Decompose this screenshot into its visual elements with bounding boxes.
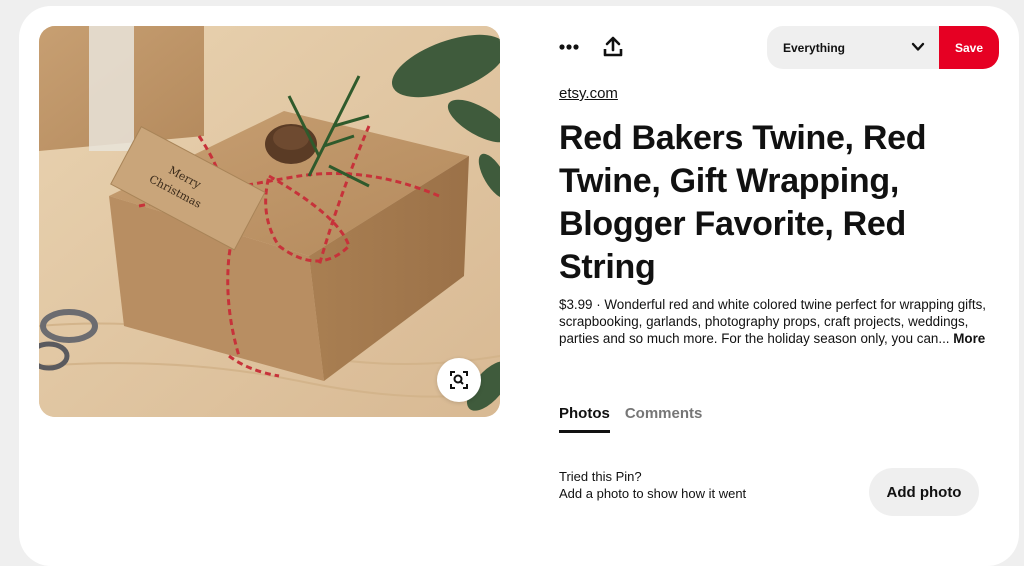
chevron-down-icon	[911, 42, 925, 51]
visual-search-button[interactable]	[437, 358, 481, 402]
pin-image[interactable]: Merry Christmas	[39, 26, 500, 417]
ellipsis-icon	[559, 44, 579, 50]
pin-title: Red Bakers Twine, Red Twine, Gift Wrappi…	[559, 119, 927, 286]
board-select-dropdown[interactable]: Everything	[767, 26, 939, 69]
source-link[interactable]: etsy.com	[559, 85, 618, 102]
share-button[interactable]	[597, 31, 629, 63]
tried-pin-subtitle: Add a photo to show how it went	[559, 486, 747, 501]
tabs: Photos Comments	[559, 405, 702, 433]
tab-photos[interactable]: Photos	[559, 405, 610, 433]
pin-description: $3.99 · Wonderful red and white colored …	[559, 296, 989, 347]
visual-search-icon	[450, 371, 468, 389]
more-options-button[interactable]	[553, 31, 585, 63]
tab-comments[interactable]: Comments	[625, 405, 703, 433]
board-select-value: Everything	[783, 40, 846, 55]
tried-pin-title: Tried this Pin?	[559, 469, 642, 484]
add-photo-button[interactable]: Add photo	[869, 468, 979, 516]
more-link[interactable]: More	[953, 331, 985, 346]
share-upload-icon	[603, 36, 623, 57]
gift-photo: Merry Christmas	[39, 26, 500, 417]
save-button[interactable]: Save	[939, 26, 999, 69]
pin-description-text: $3.99 · Wonderful red and white colored …	[559, 297, 986, 346]
